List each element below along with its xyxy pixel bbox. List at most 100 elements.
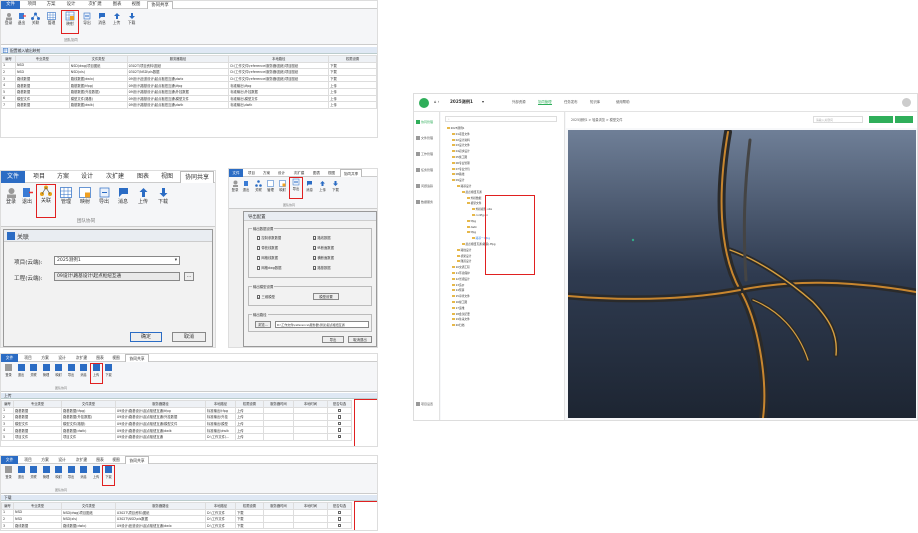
tree-item[interactable]: 路线设计	[457, 248, 471, 252]
tab-design[interactable]: 设计	[63, 1, 79, 9]
side-item[interactable]: 工作管理	[416, 152, 439, 156]
tab-file[interactable]: 文件	[1, 1, 20, 9]
link-button-c[interactable]: 关联	[253, 180, 264, 192]
message-button[interactable]: 消息	[96, 12, 108, 26]
checkbox-cell[interactable]	[327, 419, 352, 428]
tab-project-c[interactable]: 项目	[245, 169, 258, 177]
top-tab[interactable]: 任务发布	[564, 99, 578, 104]
search-input[interactable]: 请输入关键词	[813, 116, 863, 123]
tab-chart[interactable]: 图表	[109, 1, 125, 9]
model-viewer[interactable]	[568, 130, 916, 418]
table-row[interactable]: 1 NSD NSD(dwg)项目图纸 0302T\项目资料\图纸 D:\工作文件\ref…	[1, 61, 377, 70]
tab-file-b[interactable]: 文件	[1, 171, 25, 183]
upload-button[interactable]: 上传	[110, 12, 123, 26]
tab-collab-b[interactable]: 协同共享	[180, 171, 214, 183]
top-tab[interactable]: 知识库	[590, 99, 600, 104]
option-checkbox[interactable]	[257, 256, 261, 260]
table-row[interactable]: 1 路基数据 路基数据(tfpg) 09设计\路基设计\起点枢纽互通\tfpg 标准输出…	[1, 406, 352, 415]
tree-item[interactable]: 06专业管理	[452, 161, 470, 165]
top-tab[interactable]: 协同管理	[538, 99, 552, 105]
link-button[interactable]: 关联	[28, 364, 39, 377]
table-row[interactable]: 3 路线数据 路线数据(dwlx) 09设计\匝道设计\起点枢纽互通\dwlx D:\工…	[1, 521, 352, 530]
option-checkbox[interactable]: ✓	[313, 236, 317, 240]
tree-item[interactable]: 08路线	[452, 172, 464, 176]
row-checkbox[interactable]	[337, 523, 342, 528]
row-checkbox[interactable]	[337, 428, 342, 432]
tab-view-b[interactable]: 视图	[156, 171, 178, 183]
table-row[interactable]: 2 路基数据 路基数据(外挂数据) 09设计\路基设计\起点枢纽互通\外挂数据 标准输出…	[1, 413, 352, 421]
tree-item[interactable]: 09设计	[452, 178, 464, 182]
download-button[interactable]: 下载	[102, 465, 115, 486]
export-button[interactable]: 导出	[66, 466, 77, 479]
message-button-b[interactable]: 消息	[115, 187, 131, 205]
tab-view-e[interactable]: 视图	[109, 456, 123, 464]
tab-scheme[interactable]: 方案	[43, 1, 59, 9]
tab-design-d[interactable]: 设计	[55, 354, 69, 362]
option-checkbox[interactable]: ✓	[313, 266, 317, 270]
download-button-c[interactable]: 下载	[330, 180, 341, 192]
tree-item[interactable]: tfpg	[467, 219, 476, 223]
export-option[interactable]: 带桩线数据	[257, 245, 278, 250]
tab-expansion[interactable]: 次扩建	[84, 1, 106, 9]
action-button-2[interactable]	[895, 116, 913, 123]
export-option[interactable]: ✓路线数据	[313, 235, 331, 240]
action-button-1[interactable]	[869, 116, 893, 123]
upload-button[interactable]: 上传	[89, 363, 103, 384]
export-button-c[interactable]: 导出	[289, 177, 303, 199]
top-tab[interactable]: 使用帮助	[616, 99, 630, 104]
tab-expansion-d[interactable]: 次扩建	[72, 354, 91, 362]
browse-button[interactable]: ...	[184, 272, 194, 281]
tree-item[interactable]: 13造价	[452, 283, 464, 287]
side-item[interactable]: 数据服务	[416, 200, 439, 204]
tab-view-c[interactable]: 视图	[325, 169, 338, 177]
manage-button-c[interactable]: 管理	[265, 180, 276, 192]
tab-scheme-d[interactable]: 方案	[38, 354, 52, 362]
tree-item[interactable]: 19往来文件	[452, 317, 470, 321]
tree-item[interactable]: 外挂数据	[467, 196, 481, 200]
tab-chart-b[interactable]: 图表	[132, 171, 154, 183]
project-name[interactable]: 2025测例1	[450, 99, 473, 105]
chevron-down-icon[interactable]: ▾	[482, 99, 484, 104]
checkbox-cell[interactable]: ✓	[327, 432, 352, 441]
export-cancel-button[interactable]: 取消退出	[348, 336, 372, 343]
tab-expansion-b[interactable]: 次扩建	[100, 171, 130, 183]
tree-item[interactable]: 03设计文件	[452, 143, 470, 147]
logout-button[interactable]: 退出	[16, 364, 27, 377]
table-row[interactable]: 2 NSD NSD(xls) 0302T\NSD\xls数据 D:\工作文件 下载	[1, 515, 352, 523]
checkbox-cell[interactable]	[327, 406, 352, 415]
export-confirm-button[interactable]: 导出	[322, 336, 344, 343]
logout-button-c[interactable]: 退出	[241, 180, 251, 192]
option-checkbox[interactable]	[257, 266, 261, 270]
tab-file-d[interactable]: 文件	[1, 354, 18, 362]
option-checkbox[interactable]: ✓	[313, 256, 317, 260]
model-option[interactable]: ✓ 三维模型	[257, 294, 275, 299]
message-button-c[interactable]: 消息	[304, 180, 315, 192]
path-browse-button[interactable]: 浏览...	[255, 321, 271, 328]
checkbox-cell[interactable]	[327, 515, 352, 523]
table-row[interactable]: 5 路基数据 路基数据(外挂数据) 09设计\路基设计\起点枢纽互通\外挂数据 标准输出…	[1, 87, 377, 96]
link-button-b[interactable]: 关联	[36, 184, 56, 218]
tab-chart-c[interactable]: 图表	[310, 169, 323, 177]
table-row[interactable]: 6 模型文件 模型文件(路基) 09设计\路基设计\起点枢纽互通\模型文件 标准输出\模…	[1, 94, 377, 103]
checkbox-cell[interactable]	[327, 521, 352, 530]
export-option[interactable]: 网格线数据	[257, 255, 278, 260]
tree-item[interactable]: 07专业分包	[452, 167, 470, 171]
export-option[interactable]: ✓横断面数据	[313, 255, 334, 260]
table-row[interactable]: 3 路线数据 路线数据(dwlx) 09设计\匝道设计\起点枢纽互通\dwlx D:\工…	[1, 74, 377, 83]
login-button[interactable]: 登录	[3, 12, 14, 26]
output-path-field[interactable]: D:\工作文件\reference\服务器\测试\起点枢纽互通	[275, 321, 369, 328]
side-item[interactable]: 项目设置	[416, 402, 439, 406]
map-button[interactable]: 映射	[53, 364, 64, 377]
cancel-button[interactable]: 取消	[172, 332, 206, 342]
export-option[interactable]: 控制参数数据	[257, 235, 281, 240]
tree-item[interactable]: 模型文件	[467, 201, 481, 205]
logout-button[interactable]: 退出	[16, 466, 27, 479]
option-checkbox[interactable]	[257, 246, 261, 250]
tree-item[interactable]: 路基设计	[457, 184, 471, 188]
tree-item[interactable]: 桥梁设计	[457, 254, 471, 258]
top-tab[interactable]: 外部资源	[512, 99, 526, 104]
export-option[interactable]: ✓纵断面数据	[313, 245, 334, 250]
tab-project[interactable]: 项目	[24, 1, 40, 9]
tab-design-b[interactable]: 设计	[76, 171, 98, 183]
message-button[interactable]: 消息	[78, 364, 89, 377]
